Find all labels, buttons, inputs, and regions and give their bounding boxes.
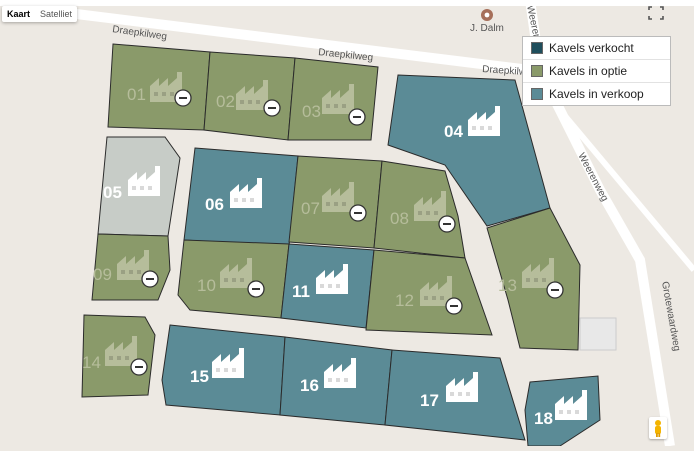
plot-13[interactable]: 13 [486,207,581,351]
minus-circle-icon[interactable] [141,270,159,288]
minus-circle-icon[interactable] [174,89,192,107]
plot-05[interactable]: 05 [97,136,181,237]
plot-11[interactable]: 11 [280,243,375,329]
plot-number: 10 [197,276,216,295]
map-type-control[interactable]: Kaart Satelliet [2,6,78,22]
legend-item-verkocht: Kavels verkocht [523,37,670,60]
plot-number: 14 [82,353,101,372]
plot-number: 07 [301,199,320,218]
poi-marker[interactable]: J. Dalm [470,8,504,34]
plot-number: 16 [300,376,319,395]
minus-circle-icon[interactable] [348,108,366,126]
legend-item-verkoop: Kavels in verkoop [523,83,670,105]
plot-15[interactable]: 15 [161,324,286,416]
plot-18[interactable]: 18 [524,375,601,447]
minus-circle-icon[interactable] [247,280,265,298]
legend-item-optie: Kavels in optie [523,60,670,83]
plot-03[interactable]: 03 [287,57,379,141]
pegman-icon [655,420,661,437]
poi-label: J. Dalm [470,23,504,34]
plot-14[interactable]: 14 [81,314,156,398]
fullscreen-icon [648,6,664,20]
minus-circle-icon[interactable] [263,99,281,117]
plot-number: 01 [127,85,146,104]
plot-number: 12 [395,291,414,310]
plot-number: 05 [103,183,122,202]
plot-number: 18 [534,409,553,428]
minus-circle-icon[interactable] [438,215,456,233]
plot-number: 08 [390,209,409,228]
plot-16[interactable]: 16 [279,336,393,426]
plot-number: 15 [190,367,209,386]
plot-number: 17 [420,391,439,410]
plot-01[interactable]: 01 [107,43,211,131]
street-label: Grotewaardweg [659,281,682,352]
legend-swatch [531,42,543,54]
fullscreen-button[interactable] [646,4,666,22]
map-marker-icon [480,9,493,21]
minus-circle-icon[interactable] [349,204,367,222]
plot-02[interactable]: 02 [203,51,296,141]
plot-08[interactable]: 08 [373,160,466,259]
plot-number: 13 [498,276,517,295]
minus-circle-icon[interactable] [445,297,463,315]
legend-label: Kavels in optie [549,64,628,78]
plot-number: 06 [205,195,224,214]
plot-07[interactable]: 07 [288,155,383,249]
map-type-kaart[interactable]: Kaart [2,6,35,22]
legend-label: Kavels in verkoop [549,87,644,101]
plot-12[interactable]: 12 [365,249,493,336]
plot-number: 09 [93,265,112,284]
plot-number: 03 [302,102,321,121]
pegman-button[interactable] [649,417,667,439]
minus-circle-icon[interactable] [546,281,564,299]
plot-06[interactable]: 06 [183,147,299,247]
plot-number: 11 [292,282,310,301]
legend-label: Kavels verkocht [549,41,634,55]
map-type-satelliet[interactable]: Satelliet [35,6,77,22]
map[interactable]: 01 02 03 04 05 06 07 08 09 10 11 12 13 14 15 16 17 18 Dra… [0,0,694,447]
legend: Kavels verkocht Kavels in optie Kavels i… [522,36,671,106]
plot-number: 04 [444,122,463,141]
legend-swatch [531,65,543,77]
plot-number: 02 [216,92,235,111]
plot-17[interactable]: 17 [384,349,526,441]
minus-circle-icon[interactable] [130,358,148,376]
legend-swatch [531,88,543,100]
plot-10[interactable]: 10 [177,239,290,319]
plot-09[interactable]: 09 [91,233,171,301]
top-bar [0,0,694,6]
